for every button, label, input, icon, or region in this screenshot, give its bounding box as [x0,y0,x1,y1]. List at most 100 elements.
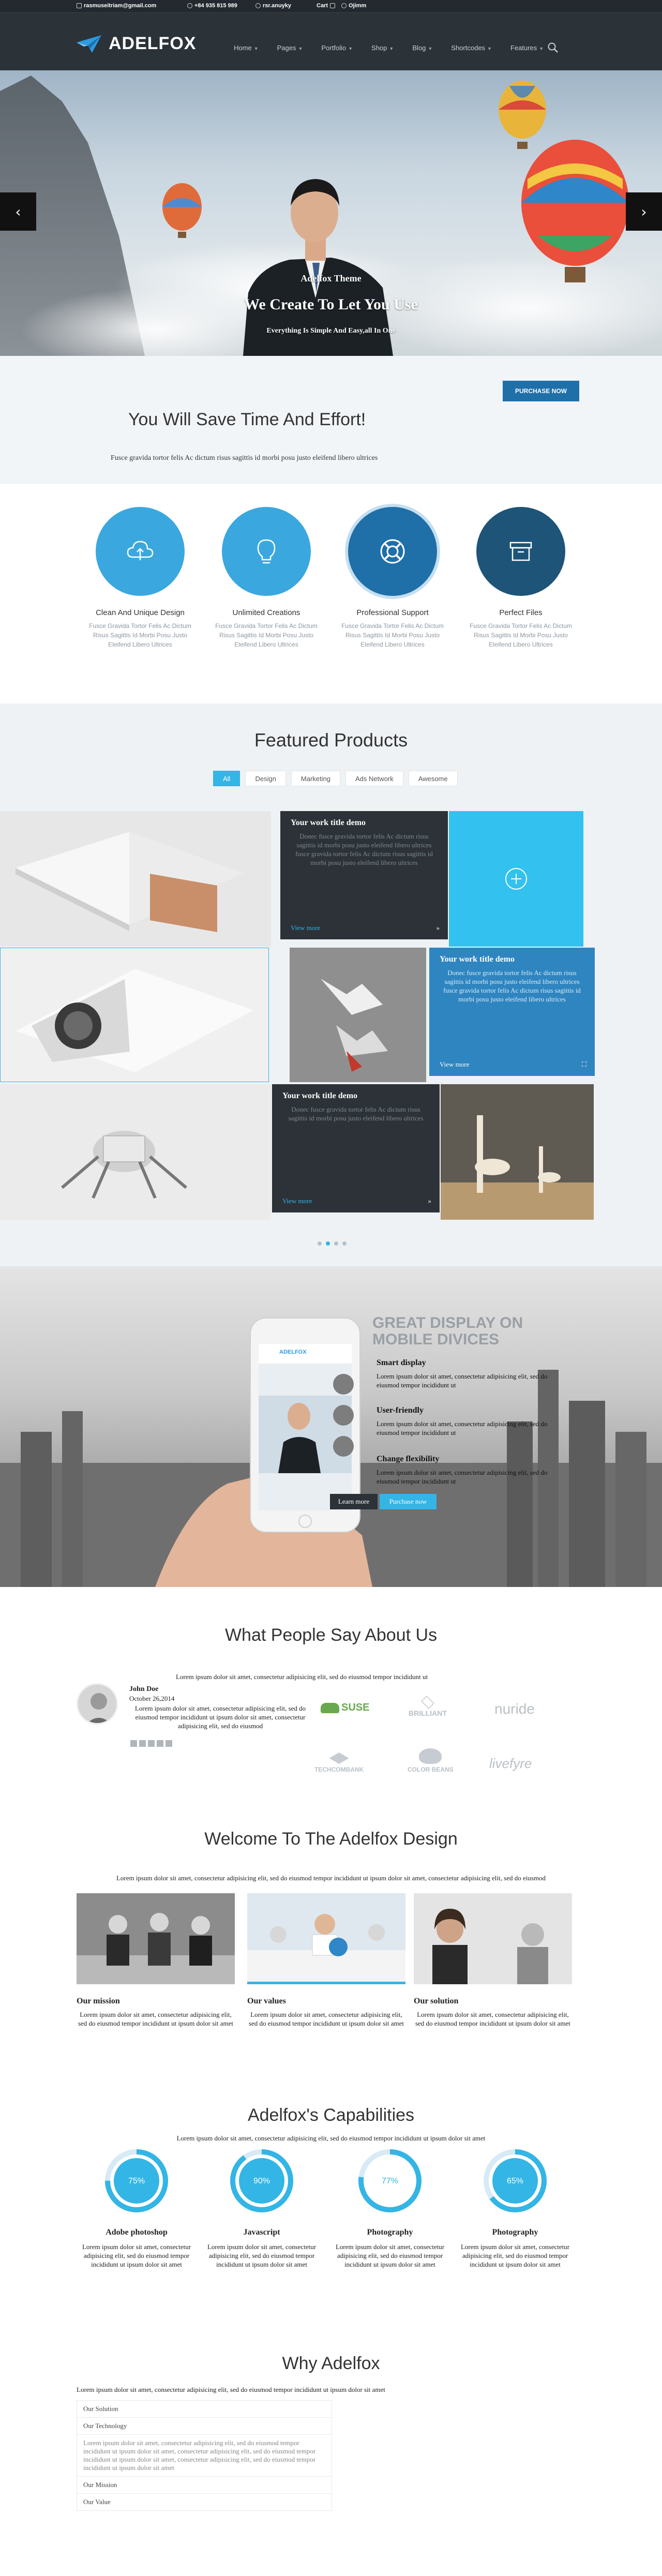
archive-icon[interactable] [476,507,565,596]
welcome-intro: Lorem ipsum dolor sit amet, consectetur … [116,1874,546,1882]
filter-marketing[interactable]: Marketing [291,771,340,786]
arrow-right-icon: » [436,924,440,932]
rss-icon[interactable] [166,1740,172,1747]
email-contact[interactable]: rasmuseitriam@gmail.com [77,3,156,9]
capability-text: Lorem ipsum dolor sit amet, consectetur … [82,2243,191,2268]
feature-text: Lorem ipsum dolor sit amet, consectetur … [377,1420,548,1436]
portfolio-image[interactable] [0,948,269,1082]
why-intro: Lorem ipsum dolor sit amet, consectetur … [77,2386,385,2393]
column-text: Lorem ipsum dolor sit amet, consectetur … [248,2011,404,2027]
column-text: Lorem ipsum dolor sit amet, consectetur … [78,2011,234,2027]
slider-prev-button[interactable]: ‹ [0,192,36,231]
nav-item-features[interactable]: Features ▼ [510,44,544,52]
portfolio-image[interactable] [441,1084,594,1220]
lifebuoy-icon[interactable] [348,507,437,596]
carousel-dot[interactable] [334,1241,338,1246]
nav-item-portfolio[interactable]: Portfolio ▼ [321,44,353,52]
facebook-icon[interactable] [130,1740,137,1747]
slider-next-button[interactable]: › [626,192,662,231]
filter-ads-network[interactable]: Ads Network [345,771,403,786]
chevron-down-icon: ▼ [298,46,303,51]
service-item: Unlimited Creations Fusce Gravida Tortor… [212,507,321,649]
column-title: Our mission [77,1997,120,2005]
plus-circle-icon [505,868,527,890]
view-more-link[interactable]: View more [282,1197,312,1205]
hero-subtitle: Everything Is Simple And Easy,all In One [266,327,396,335]
feature-title: User-friendly [377,1406,424,1415]
nav-item-shortcodes[interactable]: Shortcodes ▼ [451,44,492,52]
nav-item-shop[interactable]: Shop ▼ [371,44,394,52]
login-link[interactable]: Ojimm [341,3,366,9]
filter-awesome[interactable]: Awesome [408,771,458,786]
featured-title: Featured Products [254,729,408,751]
work-title: Your work title demo [282,1091,358,1100]
progress-ring: 65% [484,2149,547,2212]
twitter-icon[interactable] [139,1740,146,1747]
portfolio-image[interactable] [0,811,271,947]
skype-contact[interactable]: rsr.anuyky [255,3,291,9]
nav-item-home[interactable]: Home ▼ [234,44,259,52]
service-item: Perfect Files Fusce Gravida Tortor Felis… [467,507,575,649]
portfolio-filters: All Design Marketing Ads Network Awesome [213,771,458,786]
filter-all[interactable]: All [213,771,240,786]
portfolio-image[interactable] [290,948,426,1082]
filter-design[interactable]: Design [245,771,286,786]
carousel-dot[interactable] [326,1241,330,1246]
brand-logo-color-beans: COLOR BEANS [408,1748,454,1773]
mission-image [77,1893,235,1984]
top-bar: rasmuseitriam@gmail.com +84 935 815 989 … [0,0,662,12]
carousel-dot[interactable] [318,1241,322,1246]
portfolio-add-tile[interactable] [449,811,583,947]
brand-logo-livefyre: livefyre [489,1756,532,1771]
nav-item-pages[interactable]: Pages ▼ [277,44,303,52]
carousel-dot[interactable] [342,1241,347,1246]
portfolio-panel[interactable]: Your work title demo Donec fusce gravida… [429,948,595,1076]
accordion: Our Solution Our Technology Lorem ipsum … [77,2400,332,2511]
chevron-left-icon: ‹ [15,203,21,220]
cloud-icon[interactable] [96,507,185,596]
testimonials-title: What People Say About Us [224,1625,438,1645]
service-title: Clean And Unique Design [96,608,185,617]
accordion-item-our-value[interactable]: Our Value [77,2494,332,2511]
portfolio-panel[interactable]: Your work title demo Donec fusce gravida… [272,1084,440,1212]
capability-title: Photography [492,2228,538,2237]
purchase-now-button[interactable]: PURCHASE NOW [503,381,579,401]
column-text: Lorem ipsum dolor sit amet, consectetur … [415,2011,571,2027]
testimonial-date: October 26,2014 [129,1695,175,1702]
google-plus-icon[interactable] [148,1740,155,1747]
save-time-text: Fusce gravida tortor felis Ac dictum ris… [111,454,378,462]
chevron-right-icon: › [641,203,647,220]
learn-more-button[interactable]: Learn more [330,1494,378,1509]
brand-logo-nuride: nuride [494,1701,535,1717]
view-more-link[interactable]: View more [440,1060,469,1069]
site-logo[interactable]: ADELFOX [77,34,196,54]
accordion-item-our-technology[interactable]: Our Technology [77,2418,332,2435]
capability-text: Lorem ipsum dolor sit amet, consectetur … [207,2243,317,2268]
progress-label: 90% [253,2177,270,2185]
service-item: Professional Support Fusce Gravida Torto… [338,507,447,649]
brand-logo-techcombank: TECHCOMBANK [314,1753,364,1773]
view-more-link[interactable]: View more [291,924,320,932]
chevron-down-icon: ▼ [428,46,433,51]
welcome-column: Our mission Lorem ipsum dolor sit amet, … [77,1893,235,2028]
nav-item-blog[interactable]: Blog ▼ [412,44,432,52]
welcome-section: Welcome To The Adelfox Design Lorem ipsu… [0,1804,662,2053]
hero-slider: Adelfox Theme We Create To Let You Use E… [0,70,662,356]
accordion-item-our-mission[interactable]: Our Mission [77,2477,332,2494]
capability-item: 77% Photography Lorem ipsum dolor sit amet… [328,2147,452,2269]
portfolio-panel[interactable]: Your work title demo Donec fusce gravida… [280,811,448,939]
portfolio-image[interactable] [0,1084,271,1220]
work-text: Donec fusce gravida tortor felis Ac dict… [443,969,581,1003]
service-title: Unlimited Creations [232,608,300,617]
work-text: Donec fusce gravida tortor felis Ac dict… [295,832,433,866]
save-time-title: You Will Save Time And Effort! [128,410,366,429]
accordion-item-our-solution[interactable]: Our Solution [77,2400,332,2418]
testimonials-intro: Lorem ipsum dolor sit amet, consectetur … [176,1673,428,1681]
service-title: Perfect Files [499,608,543,617]
lightbulb-icon[interactable] [222,507,311,596]
linkedin-icon[interactable] [157,1740,163,1747]
purchase-now-small-button[interactable]: Purchase now [380,1494,437,1509]
chameleon-icon [321,1702,339,1713]
search-icon[interactable] [547,42,559,53]
cart-link[interactable]: Cart [317,3,336,9]
